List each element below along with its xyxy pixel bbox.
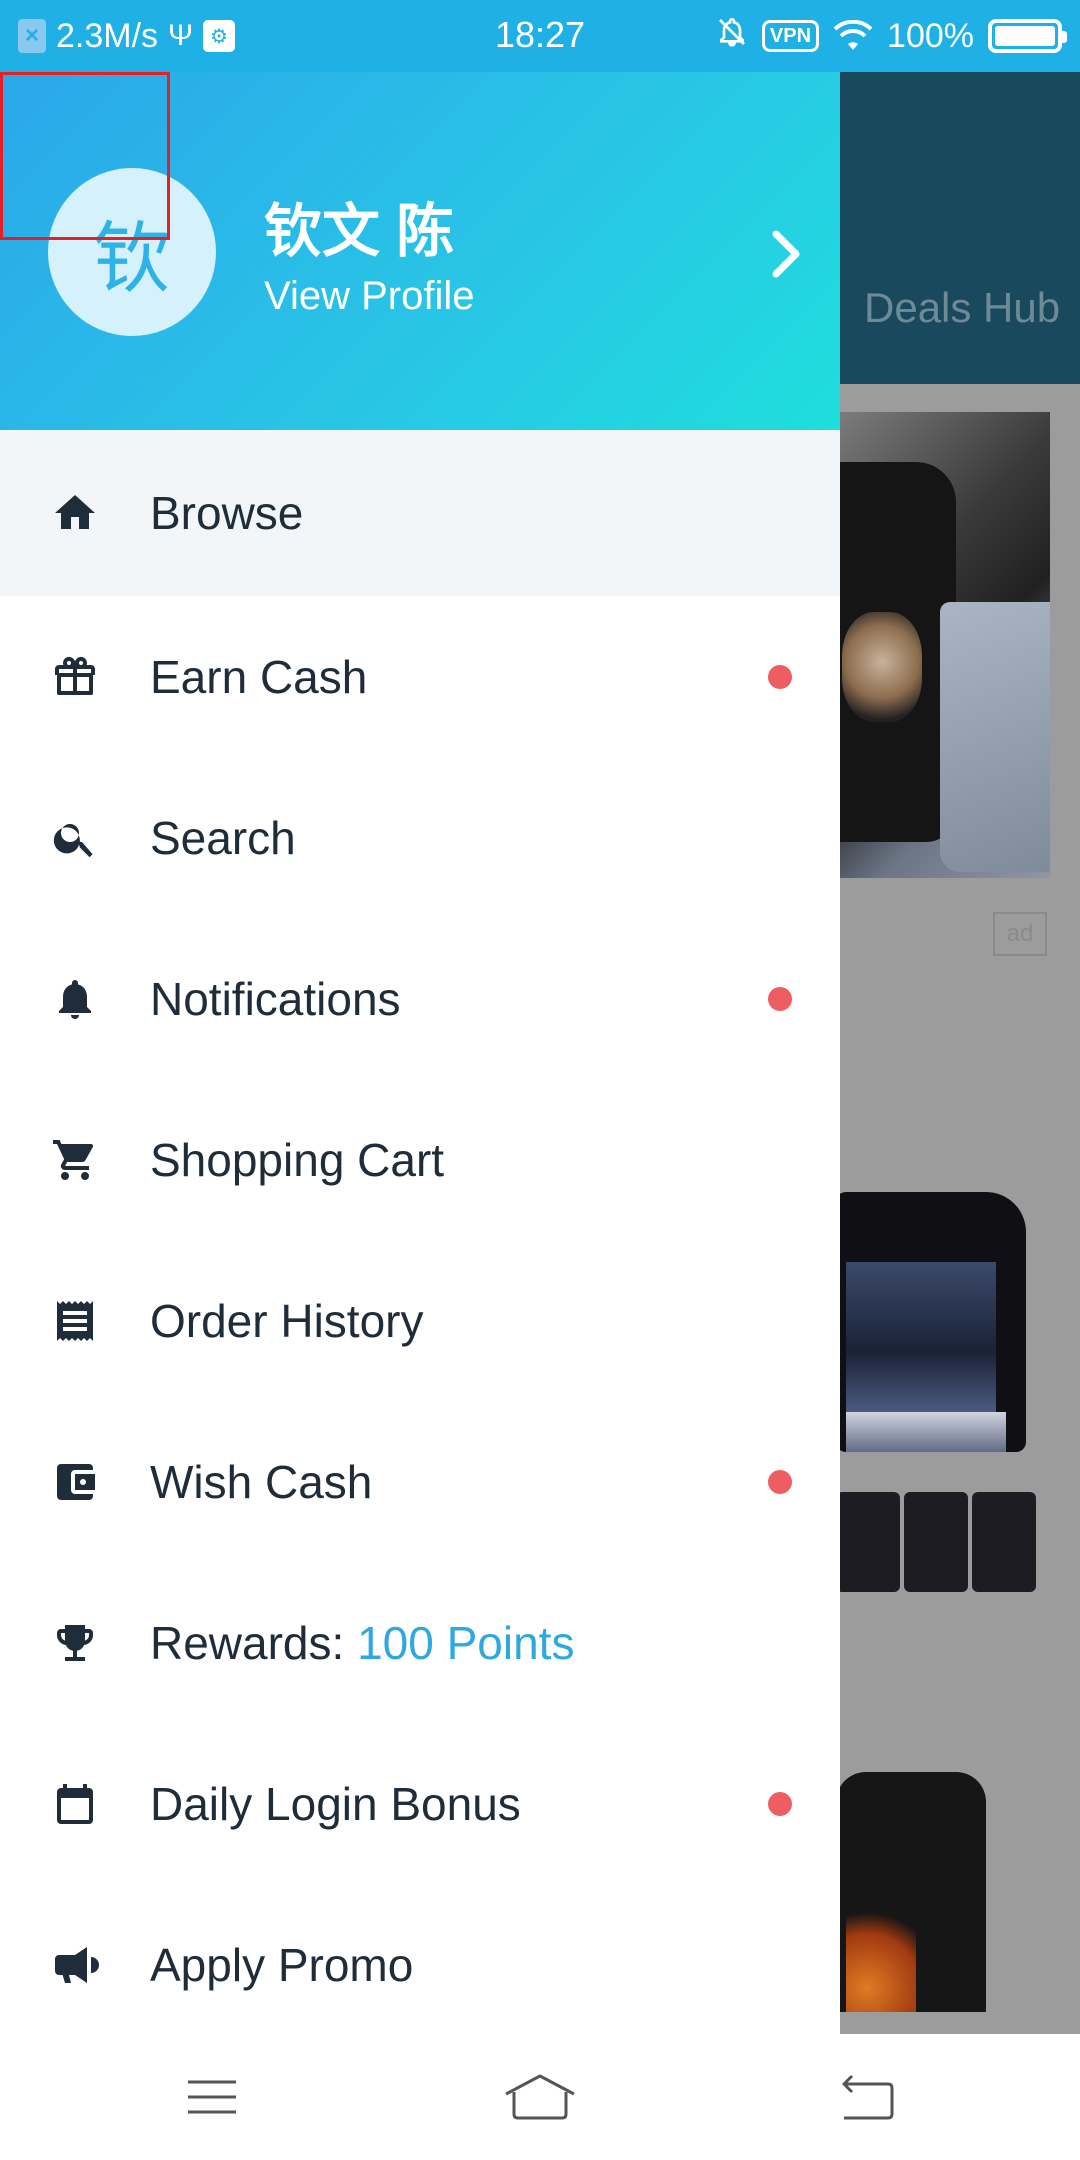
menu-item-browse[interactable]: Browse: [0, 430, 840, 596]
rewards-points: 100 Points: [357, 1616, 575, 1669]
menu-item-rewards[interactable]: Rewards: 100 Points: [0, 1562, 840, 1723]
menu-item-apply-promo[interactable]: Apply Promo: [0, 1884, 840, 2045]
focus-highlight-box: [0, 72, 170, 240]
view-profile-link[interactable]: View Profile: [264, 274, 474, 319]
menu-item-shopping-cart[interactable]: Shopping Cart: [0, 1079, 840, 1240]
system-nav-bar: [0, 2034, 1080, 2160]
x-notification-icon: ×: [18, 19, 46, 53]
product-image-truck-tshirt: [836, 1112, 1036, 1592]
cart-icon: [50, 1135, 100, 1185]
megaphone-icon: [50, 1940, 100, 1990]
product-image-flame-tshirt: [836, 1772, 986, 2012]
menu-item-label: Daily Login Bonus: [150, 1777, 521, 1830]
ad-badge: ad: [993, 912, 1047, 956]
rewards-label: Rewards:: [150, 1616, 358, 1669]
chevron-right-icon[interactable]: [764, 224, 808, 284]
usb-icon: Ψ: [168, 19, 194, 52]
usb-debug-icon: ⚙: [203, 20, 236, 52]
menu-icon[interactable]: [182, 2072, 242, 2122]
menu-item-order-history[interactable]: Order History: [0, 1240, 840, 1401]
home-icon: [50, 488, 100, 538]
menu-item-label: Order History: [150, 1294, 424, 1347]
menu-item-label: Shopping Cart: [150, 1133, 445, 1186]
menu-item-daily-login-bonus[interactable]: Daily Login Bonus: [0, 1723, 840, 1884]
status-bar-right: VPN 100%: [716, 15, 1067, 57]
user-name: 钦文 陈: [264, 199, 455, 264]
menu-item-label: Browse: [150, 487, 304, 539]
menu-item-label: Notifications: [150, 972, 401, 1025]
back-icon[interactable]: [838, 2072, 898, 2122]
battery-percentage: 100%: [887, 16, 974, 55]
gift-icon: [50, 652, 100, 702]
notification-dot: [768, 1791, 792, 1816]
menu-item-label: Wish Cash: [150, 1455, 373, 1508]
vpn-icon: VPN: [761, 20, 820, 52]
product-image-kitten-tshirt: [836, 412, 1050, 878]
menu-item-notifications[interactable]: Notifications: [0, 918, 840, 1079]
menu-item-label: Rewards: 100 Points: [150, 1616, 574, 1670]
wallet-icon: [50, 1457, 100, 1507]
search-icon: [50, 813, 100, 863]
notification-dot: [768, 664, 792, 689]
home-outline-icon[interactable]: [500, 2072, 580, 2122]
status-bar: × 2.3M/s Ψ ⚙ 18:27 VPN 100%: [0, 0, 1080, 72]
drawer-menu: Browse Earn Cash Search Notifications Sh…: [0, 430, 840, 2045]
bell-icon: [50, 974, 100, 1024]
menu-item-earn-cash[interactable]: Earn Cash: [0, 596, 840, 757]
notification-dot: [768, 1469, 792, 1494]
network-speed: 2.3M/s: [56, 16, 159, 55]
status-bar-left: × 2.3M/s Ψ ⚙: [18, 17, 398, 56]
menu-item-wish-cash[interactable]: Wish Cash: [0, 1401, 840, 1562]
menu-item-label: Search: [150, 811, 296, 864]
calendar-icon: [50, 1779, 100, 1829]
trophy-icon: [50, 1618, 100, 1668]
wifi-icon: [833, 20, 873, 52]
receipt-icon: [50, 1296, 100, 1346]
notification-dot: [768, 986, 792, 1011]
deals-hub-tab: Deals Hub: [864, 284, 1061, 331]
menu-item-label: Earn Cash: [150, 650, 368, 703]
menu-item-label: Apply Promo: [150, 1938, 414, 1991]
menu-item-search[interactable]: Search: [0, 757, 840, 918]
navigation-drawer: 钦 钦文 陈 View Profile Browse Earn Cash Sea…: [0, 72, 840, 2034]
battery-icon: [988, 19, 1067, 53]
bell-off-icon: [716, 15, 748, 57]
